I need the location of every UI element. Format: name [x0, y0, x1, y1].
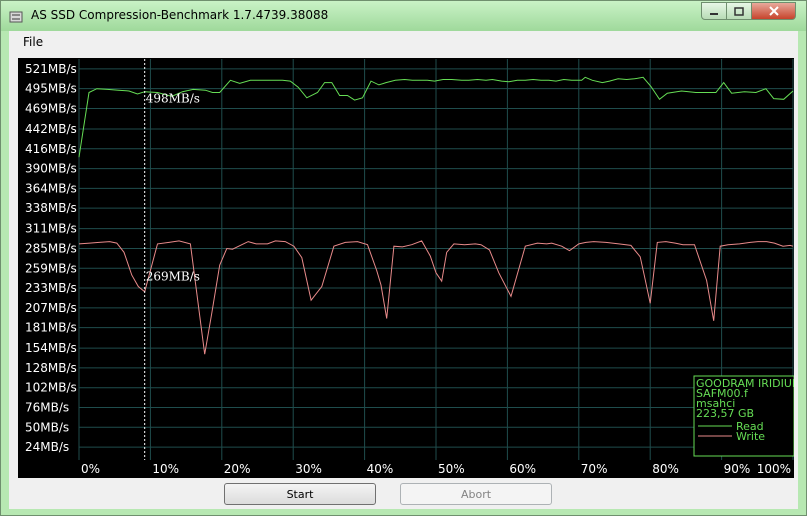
menu-file[interactable]: File	[23, 35, 43, 49]
y-tick-label: 259MB/s	[25, 261, 77, 275]
y-tick-label: 76MB/s	[25, 400, 69, 414]
y-tick-label: 364MB/s	[25, 181, 77, 195]
title-bar[interactable]: AS SSD Compression-Benchmark 1.7.4739.38…	[1, 1, 806, 31]
x-tick-label: 70%	[581, 462, 608, 476]
legend-drive-info: 223,57 GB	[696, 407, 754, 420]
minimize-icon	[709, 2, 719, 21]
y-tick-label: 338MB/s	[25, 201, 77, 215]
x-tick-label: 20%	[224, 462, 251, 476]
x-tick-label: 50%	[438, 462, 465, 476]
x-tick-label: 40%	[367, 462, 394, 476]
x-tick-label: 80%	[652, 462, 679, 476]
y-tick-label: 390MB/s	[25, 162, 77, 176]
benchmark-chart: 521MB/s 495MB/s 469MB/s 442MB/s 416MB/s 390MB…	[18, 58, 794, 478]
y-tick-label: 181MB/s	[25, 321, 77, 335]
y-tick-label: 207MB/s	[25, 301, 77, 315]
x-tick-label: 30%	[295, 462, 322, 476]
y-tick-label: 233MB/s	[25, 281, 77, 295]
y-tick-label: 521MB/s	[25, 62, 77, 76]
y-tick-label: 285MB/s	[25, 241, 77, 255]
close-icon	[768, 2, 780, 21]
y-tick-label: 128MB/s	[25, 361, 77, 375]
y-tick-label: 442MB/s	[25, 122, 77, 136]
x-tick-label: 60%	[509, 462, 536, 476]
x-tick-label: 90%	[724, 462, 751, 476]
y-tick-label: 311MB/s	[25, 222, 77, 236]
x-tick-label: 100%	[757, 462, 791, 476]
window-title: AS SSD Compression-Benchmark 1.7.4739.38…	[31, 8, 329, 22]
y-tick-label: 416MB/s	[25, 142, 77, 156]
x-tick-label: 0%	[81, 462, 100, 476]
marker-write-label: 269MB/s	[146, 270, 200, 284]
start-button[interactable]: Start	[224, 483, 376, 505]
minimize-button[interactable]	[701, 2, 727, 20]
app-icon	[9, 9, 23, 23]
y-tick-label: 154MB/s	[25, 341, 77, 355]
y-tick-label: 24MB/s	[25, 440, 69, 454]
y-tick-label: 495MB/s	[25, 82, 77, 96]
abort-button[interactable]: Abort	[400, 483, 552, 505]
y-tick-label: 469MB/s	[25, 101, 77, 115]
y-tick-label: 50MB/s	[25, 420, 69, 434]
maximize-button[interactable]	[726, 2, 752, 20]
menu-bar: File	[9, 31, 798, 53]
legend-write-label: Write	[736, 430, 765, 443]
y-tick-label: 102MB/s	[25, 381, 77, 395]
maximize-icon	[734, 2, 744, 21]
x-tick-label: 10%	[152, 462, 179, 476]
close-button[interactable]	[751, 2, 796, 20]
app-window: AS SSD Compression-Benchmark 1.7.4739.38…	[0, 0, 807, 516]
marker-read-label: 498MB/s	[146, 92, 200, 106]
